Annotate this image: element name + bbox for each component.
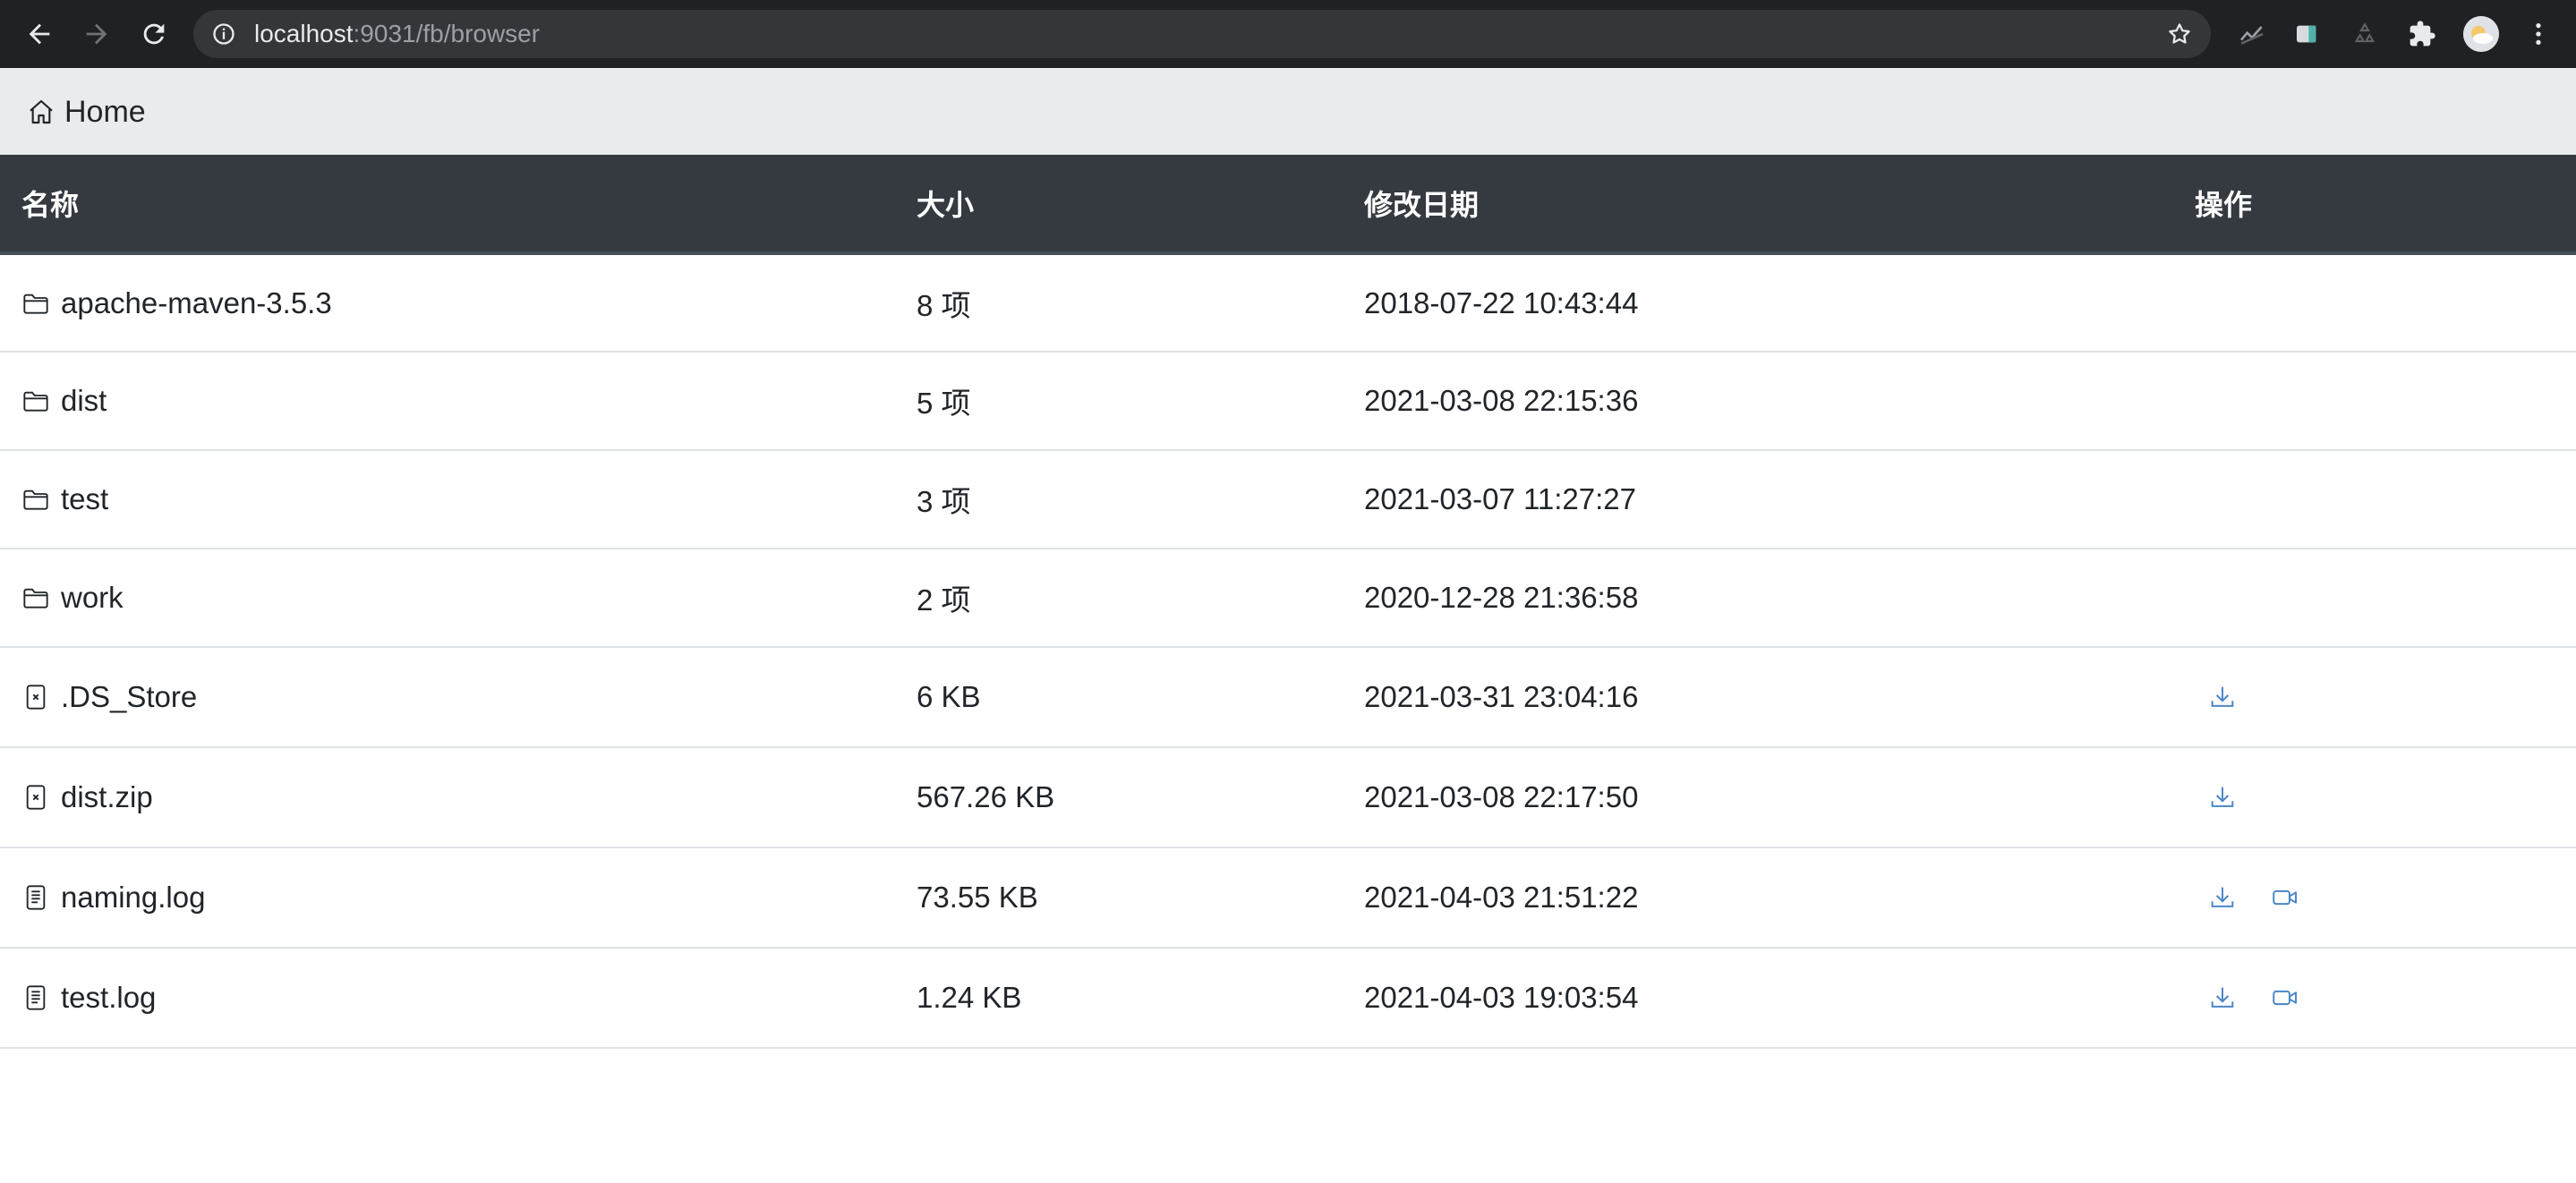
browser-menu-button[interactable] — [2522, 18, 2555, 50]
profile-avatar[interactable] — [2463, 16, 2499, 52]
file-name-cell[interactable]: .DS_Store — [0, 647, 895, 747]
header-modified: 修改日期 — [1343, 155, 2173, 255]
file-name[interactable]: naming.log — [61, 881, 205, 915]
video-icon[interactable] — [2270, 983, 2300, 1013]
more-vert-icon — [2536, 23, 2541, 45]
file-size: 567.26 KB — [917, 780, 1055, 813]
file-actions — [2173, 747, 2576, 847]
info-icon[interactable] — [211, 21, 236, 47]
breadcrumb: Home — [0, 68, 2576, 155]
bookmark-star-icon[interactable] — [2166, 21, 2193, 47]
table-row[interactable]: work 2 项 2020-12-28 21:36:58 — [0, 549, 2576, 647]
file-name-cell[interactable]: apache-maven-3.5.3 — [0, 253, 895, 352]
file-modified: 2021-03-07 11:27:27 — [1364, 482, 1636, 515]
download-icon[interactable] — [2207, 983, 2238, 1013]
breadcrumb-home-link[interactable]: Home — [64, 95, 146, 129]
video-icon[interactable] — [2270, 882, 2300, 913]
download-icon[interactable] — [2207, 682, 2238, 712]
file-size: 1.24 KB — [917, 981, 1022, 1014]
arrow-left-icon — [29, 23, 50, 45]
reload-button[interactable] — [138, 18, 170, 50]
back-button[interactable] — [23, 18, 55, 50]
file-size: 8 项 — [917, 288, 971, 322]
table-row[interactable]: apache-maven-3.5.3 8 项 2018-07-22 10:43:44 — [0, 253, 2576, 352]
extension-recycle-icon[interactable] — [2349, 18, 2381, 50]
text-file-icon — [21, 883, 61, 912]
folder-icon — [21, 583, 61, 612]
file-actions — [2173, 253, 2576, 352]
folder-icon — [21, 387, 61, 415]
file-name[interactable]: work — [61, 581, 124, 615]
file-size: 3 项 — [917, 485, 971, 518]
file-actions — [2173, 549, 2576, 647]
file-name[interactable]: test — [61, 482, 108, 516]
folder-icon — [21, 289, 61, 318]
extension-card-icon[interactable] — [2291, 18, 2324, 50]
file-name[interactable]: dist.zip — [61, 780, 153, 814]
file-size: 2 项 — [917, 583, 971, 617]
download-icon[interactable] — [2207, 882, 2238, 913]
file-name[interactable]: test.log — [61, 981, 156, 1015]
extensions-puzzle-icon[interactable] — [2406, 18, 2438, 50]
file-name-cell[interactable]: naming.log — [0, 847, 895, 948]
profile-avatar-icon — [2463, 16, 2499, 52]
forward-button[interactable] — [81, 18, 113, 50]
file-name-cell[interactable]: work — [0, 549, 895, 647]
folder-icon — [21, 485, 61, 514]
file-name-cell[interactable]: test.log — [0, 948, 895, 1048]
file-modified: 2021-03-08 22:15:36 — [1364, 384, 1639, 417]
file-name-cell[interactable]: dist.zip — [0, 747, 895, 847]
table-row[interactable]: test.log 1.24 KB 2021-04-03 19:03:54 — [0, 948, 2576, 1048]
file-size: 5 项 — [917, 387, 971, 420]
browser-toolbar: localhost:9031/fb/browser — [0, 0, 2576, 68]
file-size: 73.55 KB — [917, 881, 1038, 914]
table-row[interactable]: dist.zip 567.26 KB 2021-03-08 22:17:50 — [0, 747, 2576, 847]
file-modified: 2021-03-31 23:04:16 — [1364, 680, 1639, 713]
file-modified: 2020-12-28 21:36:58 — [1364, 581, 1639, 614]
address-bar[interactable]: localhost:9031/fb/browser — [193, 10, 2211, 58]
file-table: 名称 大小 修改日期 操作 apache-maven-3.5.3 8 项 2018-… — [0, 155, 2576, 1049]
binary-file-icon — [21, 783, 61, 812]
header-actions: 操作 — [2173, 155, 2576, 255]
file-name-cell[interactable]: test — [0, 450, 895, 549]
file-name[interactable]: dist — [61, 384, 107, 418]
binary-file-icon — [21, 683, 61, 711]
file-name[interactable]: apache-maven-3.5.3 — [61, 286, 332, 320]
header-name: 名称 — [0, 155, 895, 255]
table-row[interactable]: naming.log 73.55 KB 2021-04-03 21:51:22 — [0, 847, 2576, 948]
reload-icon — [143, 23, 165, 45]
header-size: 大小 — [895, 155, 1343, 255]
file-size: 6 KB — [917, 680, 981, 713]
file-actions — [2173, 847, 2576, 948]
file-modified: 2021-03-08 22:17:50 — [1364, 780, 1639, 813]
download-icon[interactable] — [2207, 782, 2238, 813]
file-actions — [2173, 948, 2576, 1048]
file-name-cell[interactable]: dist — [0, 352, 895, 450]
file-actions — [2173, 450, 2576, 549]
file-actions — [2173, 647, 2576, 747]
file-modified: 2021-04-03 19:03:54 — [1364, 981, 1639, 1014]
extension-graph-icon[interactable] — [2236, 18, 2268, 50]
url-text[interactable]: localhost:9031/fb/browser — [254, 21, 540, 47]
url-path: :9031/fb/browser — [353, 20, 541, 47]
table-row[interactable]: .DS_Store 6 KB 2021-03-31 23:04:16 — [0, 647, 2576, 747]
file-name[interactable]: .DS_Store — [61, 680, 197, 714]
text-file-icon — [21, 983, 61, 1012]
table-row[interactable]: dist 5 项 2021-03-08 22:15:36 — [0, 352, 2576, 450]
table-row[interactable]: test 3 项 2021-03-07 11:27:27 — [0, 450, 2576, 549]
file-modified: 2018-07-22 10:43:44 — [1364, 285, 1639, 319]
file-actions — [2173, 352, 2576, 450]
table-header-row: 名称 大小 修改日期 操作 — [0, 155, 2576, 255]
home-icon[interactable] — [27, 98, 55, 126]
url-host: localhost — [254, 20, 354, 47]
arrow-right-icon — [86, 23, 107, 45]
file-modified: 2021-04-03 21:51:22 — [1364, 881, 1639, 914]
